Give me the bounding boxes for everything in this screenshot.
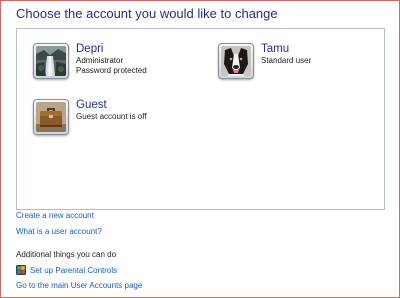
- account-name: Guest: [76, 99, 107, 111]
- additional-tasks-heading: Additional things you can do: [16, 250, 117, 259]
- create-account-link[interactable]: Create a new account: [16, 211, 94, 220]
- account-picture-frame: [33, 99, 69, 135]
- account-picture-frame: [218, 43, 254, 79]
- account-name: Depri: [76, 43, 104, 55]
- main-user-accounts-link[interactable]: Go to the main User Accounts page: [16, 281, 142, 290]
- account-tile-depri[interactable]: Depri Administrator Password protected: [33, 43, 147, 79]
- shield-icon: [16, 265, 26, 275]
- account-password-status: Password protected: [76, 66, 147, 75]
- account-type: Administrator: [76, 56, 124, 65]
- account-picture-frame: [33, 43, 69, 79]
- account-tile-guest[interactable]: Guest Guest account is off: [33, 99, 147, 135]
- parental-controls-label: Set up Parental Controls: [30, 265, 118, 275]
- what-is-user-account-link[interactable]: What is a user account?: [16, 227, 102, 236]
- accounts-panel: Depri Administrator Password protected T…: [16, 28, 385, 210]
- waterfall-picture: [36, 46, 66, 76]
- account-status: Guest account is off: [76, 112, 147, 121]
- parental-controls-link[interactable]: Set up Parental Controls: [16, 265, 117, 275]
- dog-picture: [221, 46, 251, 76]
- page-title: Choose the account you would like to cha…: [16, 6, 278, 21]
- briefcase-picture: [36, 102, 66, 132]
- account-tile-tamu[interactable]: Tamu Standard user: [218, 43, 311, 79]
- account-name: Tamu: [261, 43, 290, 55]
- account-type: Standard user: [261, 56, 312, 65]
